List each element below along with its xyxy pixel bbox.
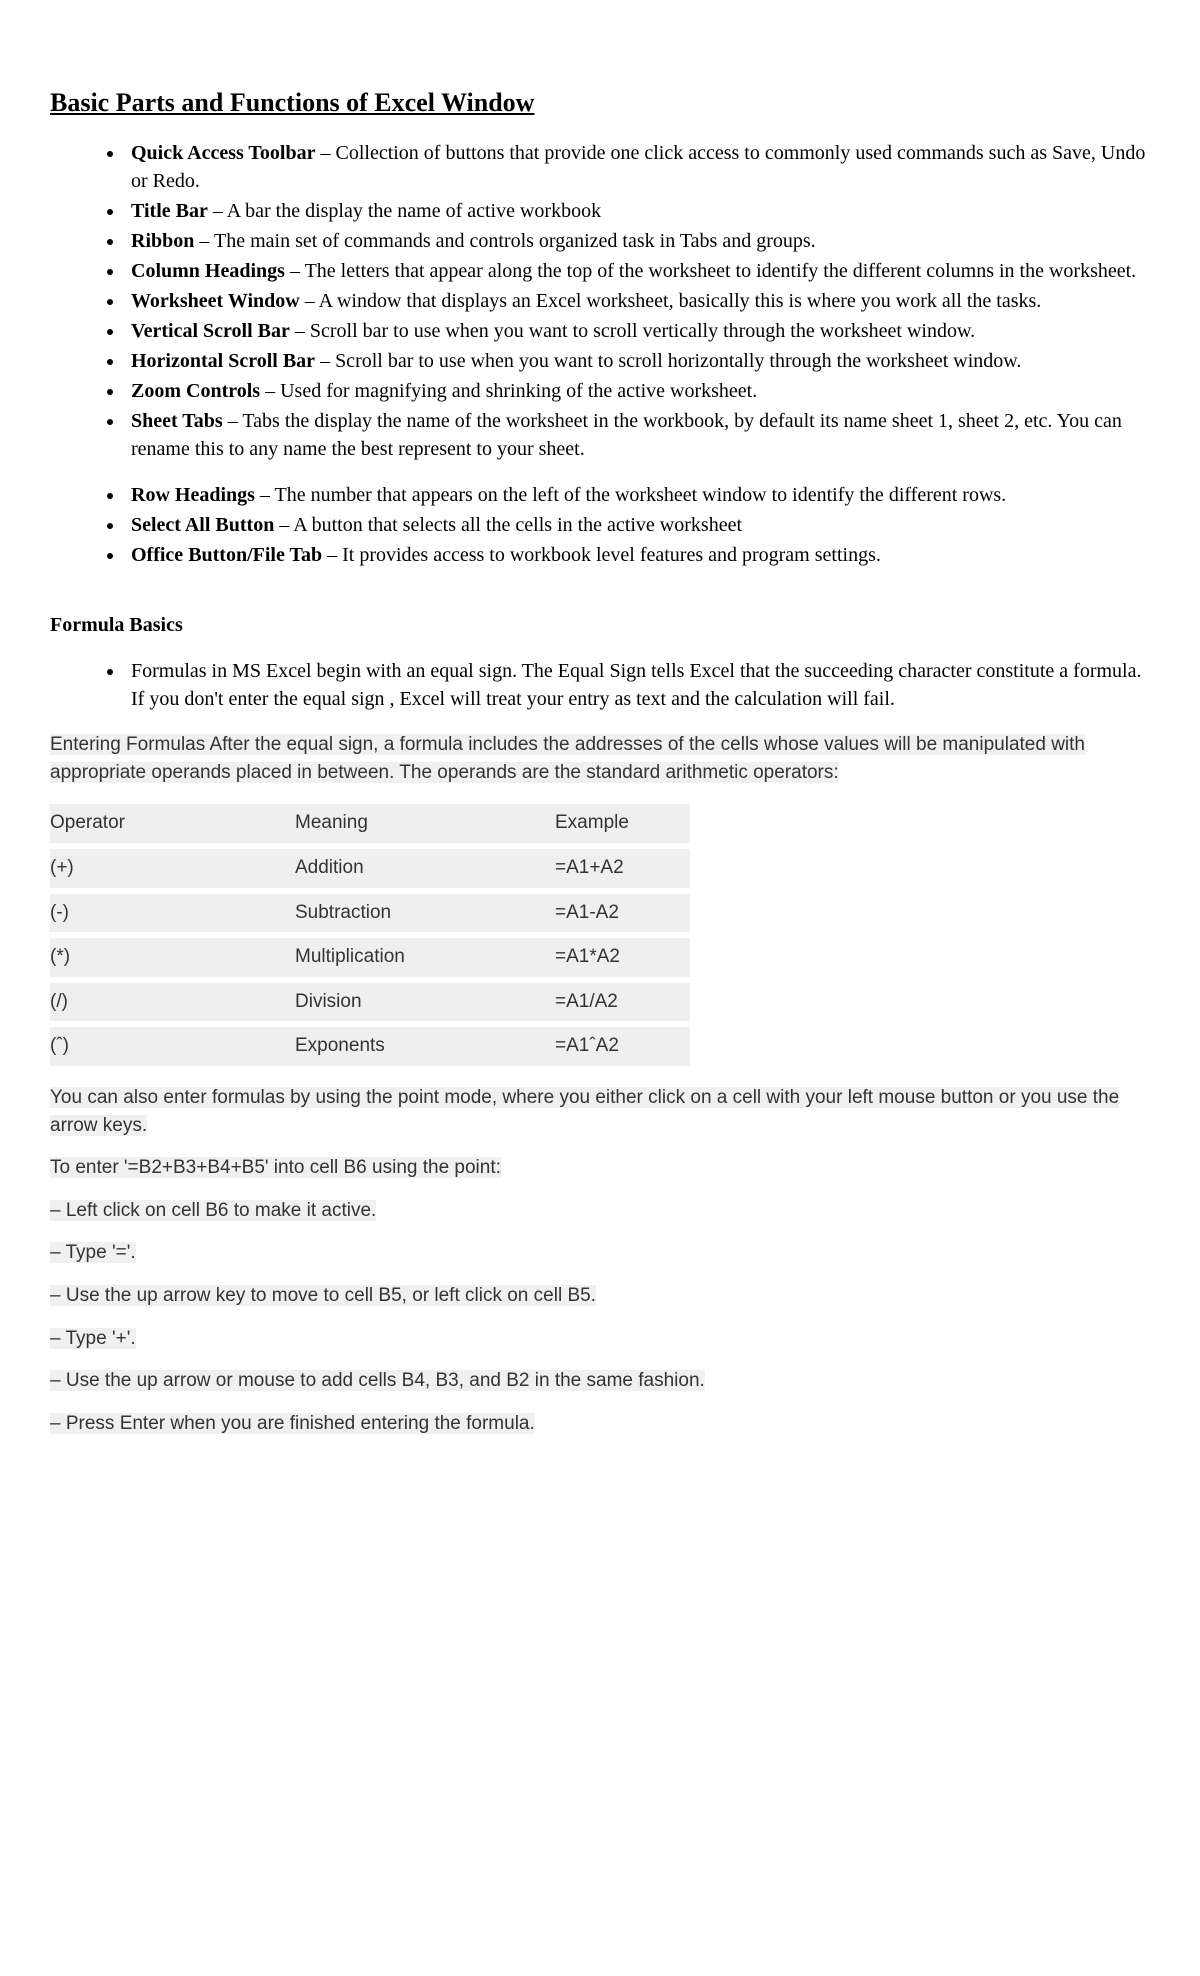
- table-row: (*)Multiplication=A1*A2: [50, 938, 690, 977]
- list-item: Quick Access Toolbar – Collection of but…: [125, 139, 1150, 195]
- list-item: Row Headings – The number that appears o…: [125, 481, 1150, 509]
- cell: Exponents: [295, 1027, 555, 1066]
- list-item: Select All Button – A button that select…: [125, 511, 1150, 539]
- table-row: (-)Subtraction=A1-A2: [50, 894, 690, 933]
- term-label: Worksheet Window: [131, 290, 300, 312]
- list-item: Vertical Scroll Bar – Scroll bar to use …: [125, 317, 1150, 345]
- cell: =A1/A2: [555, 983, 690, 1022]
- term-label: Select All Button: [131, 514, 274, 536]
- formula-basics-intro-list: Formulas in MS Excel begin with an equal…: [50, 657, 1150, 713]
- term-label: Horizontal Scroll Bar: [131, 350, 315, 372]
- cell: =A1*A2: [555, 938, 690, 977]
- col-operator: Operator: [50, 804, 295, 843]
- pointmode-text: You can also enter formulas by using the…: [50, 1084, 1150, 1139]
- term-label: Office Button/File Tab: [131, 544, 322, 566]
- cell: (ˆ): [50, 1027, 295, 1066]
- list-item: Zoom Controls – Used for magnifying and …: [125, 377, 1150, 405]
- excel-parts-list-a: Quick Access Toolbar – Collection of but…: [50, 139, 1150, 463]
- cell: =A1+A2: [555, 849, 690, 888]
- term-desc: – Used for magnifying and shrinking of t…: [260, 380, 757, 402]
- term-label: Title Bar: [131, 200, 208, 222]
- table-header-row: Operator Meaning Example: [50, 804, 690, 843]
- col-meaning: Meaning: [295, 804, 555, 843]
- list-item: Horizontal Scroll Bar – Scroll bar to us…: [125, 347, 1150, 375]
- term-label: Ribbon: [131, 230, 194, 252]
- term-desc: – Scroll bar to use when you want to scr…: [315, 350, 1021, 372]
- term-label: Quick Access Toolbar: [131, 142, 315, 164]
- step-line: – Type '+'.: [50, 1326, 1150, 1353]
- cell: Addition: [295, 849, 555, 888]
- step-line: – Use the up arrow or mouse to add cells…: [50, 1368, 1150, 1395]
- col-example: Example: [555, 804, 690, 843]
- list-item: Column Headings – The letters that appea…: [125, 257, 1150, 285]
- term-desc: – The number that appears on the left of…: [255, 484, 1006, 506]
- entering-formulas-text: Entering Formulas After the equal sign, …: [50, 731, 1150, 786]
- formula-intro-item: Formulas in MS Excel begin with an equal…: [125, 657, 1150, 713]
- cell: (/): [50, 983, 295, 1022]
- page-title: Basic Parts and Functions of Excel Windo…: [50, 85, 1150, 121]
- list-item: Sheet Tabs – Tabs the display the name o…: [125, 407, 1150, 463]
- term-desc: – The letters that appear along the top …: [285, 260, 1136, 282]
- step-line: – Left click on cell B6 to make it activ…: [50, 1198, 1150, 1225]
- list-item: Worksheet Window – A window that display…: [125, 287, 1150, 315]
- step-line: – Use the up arrow key to move to cell B…: [50, 1283, 1150, 1310]
- cell: Subtraction: [295, 894, 555, 933]
- list-item: Ribbon – The main set of commands and co…: [125, 227, 1150, 255]
- term-label: Row Headings: [131, 484, 255, 506]
- table-row: (/)Division=A1/A2: [50, 983, 690, 1022]
- term-desc: – Scroll bar to use when you want to scr…: [290, 320, 975, 342]
- term-label: Sheet Tabs: [131, 410, 223, 432]
- cell: (*): [50, 938, 295, 977]
- cell: (+): [50, 849, 295, 888]
- table-row: (ˆ)Exponents=A1ˆA2: [50, 1027, 690, 1066]
- term-label: Vertical Scroll Bar: [131, 320, 290, 342]
- list-item: Title Bar – A bar the display the name o…: [125, 197, 1150, 225]
- list-item: Office Button/File Tab – It provides acc…: [125, 541, 1150, 569]
- cell: =A1ˆA2: [555, 1027, 690, 1066]
- cell: (-): [50, 894, 295, 933]
- term-desc: – Tabs the display the name of the works…: [131, 410, 1122, 460]
- term-label: Column Headings: [131, 260, 285, 282]
- excel-parts-list-b: Row Headings – The number that appears o…: [50, 481, 1150, 569]
- cell: Division: [295, 983, 555, 1022]
- operators-table: Operator Meaning Example (+)Addition=A1+…: [50, 798, 690, 1072]
- step-line: – Press Enter when you are finished ente…: [50, 1411, 1150, 1438]
- term-desc: – A bar the display the name of active w…: [208, 200, 601, 222]
- term-desc: – A button that selects all the cells in…: [274, 514, 742, 536]
- cell: Multiplication: [295, 938, 555, 977]
- term-label: Zoom Controls: [131, 380, 260, 402]
- table-row: (+)Addition=A1+A2: [50, 849, 690, 888]
- step-line: – Type '='.: [50, 1240, 1150, 1267]
- term-desc: – It provides access to workbook level f…: [322, 544, 881, 566]
- enter-steps-intro: To enter '=B2+B3+B4+B5' into cell B6 usi…: [50, 1155, 1150, 1182]
- cell: =A1-A2: [555, 894, 690, 933]
- term-desc: – The main set of commands and controls …: [194, 230, 815, 252]
- term-desc: – A window that displays an Excel worksh…: [300, 290, 1042, 312]
- formula-basics-heading: Formula Basics: [50, 611, 1150, 639]
